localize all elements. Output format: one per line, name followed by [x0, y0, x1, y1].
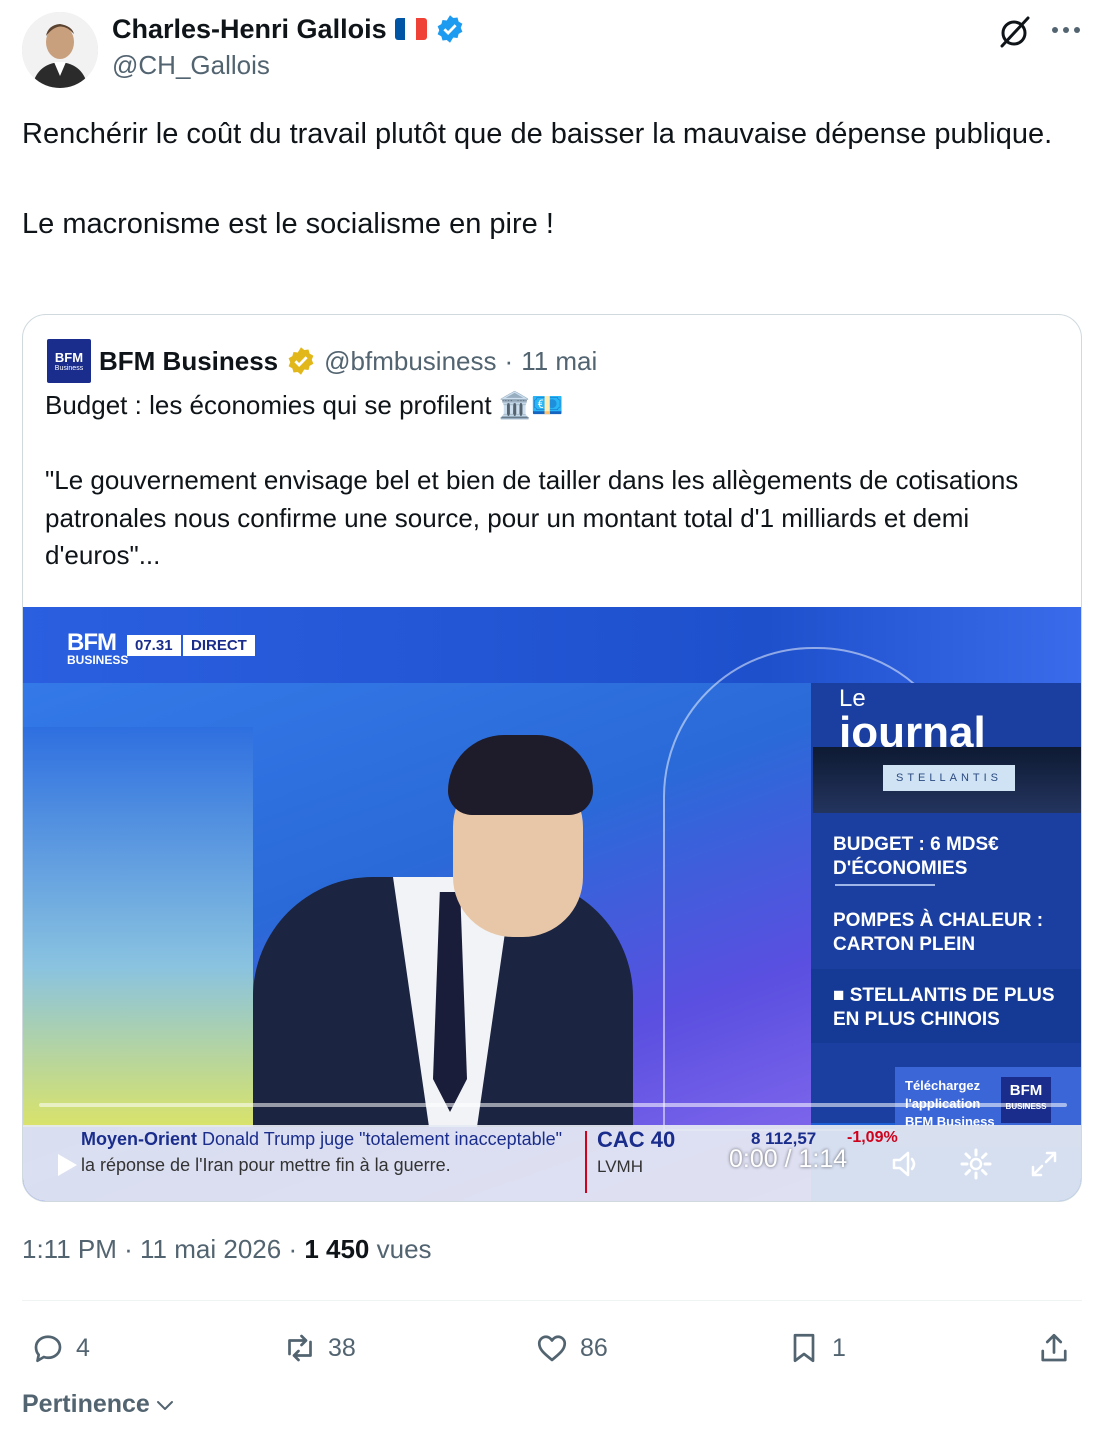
divider	[22, 1300, 1082, 1301]
video-progress-bar[interactable]	[39, 1103, 1067, 1107]
like-button[interactable]: 86	[534, 1326, 608, 1370]
bookmark-button[interactable]: 1	[786, 1326, 846, 1370]
quote-header: BFM Business BFM Business @bfmbusiness ·…	[47, 339, 597, 383]
repost-count: 38	[328, 1333, 356, 1362]
france-flag-icon	[394, 18, 427, 40]
verified-badge-icon	[437, 15, 462, 43]
journal-item-budget: BUDGET : 6 MDS€ D'ÉCONOMIES	[833, 834, 999, 879]
heart-icon	[537, 1335, 567, 1362]
market-index: CAC 40	[597, 1127, 676, 1152]
reply-icon	[34, 1335, 62, 1363]
reply-sort-dropdown[interactable]: Pertinence	[22, 1390, 176, 1419]
presenter-hair	[448, 735, 593, 815]
volume-icon[interactable]	[889, 1147, 923, 1181]
like-count: 86	[580, 1333, 608, 1362]
ticker-line-2: la réponse de l'Iran pour mettre fin à l…	[81, 1155, 451, 1175]
journal-item-pompes: POMPES À CHALEUR : CARTON PLEIN	[833, 910, 1044, 955]
video-player[interactable]: BFM BUSINESS 07.31 DIRECT Le journal STEL…	[23, 607, 1081, 1201]
share-button[interactable]	[1036, 1326, 1072, 1370]
ticker-line-1: Moyen-Orient Donald Trump juge "totaleme…	[81, 1129, 563, 1149]
stellantis-sign: STELLANTIS	[883, 765, 1015, 791]
market-stock: LVMH	[597, 1157, 643, 1176]
share-icon	[1041, 1333, 1067, 1362]
quote-avatar[interactable]: BFM Business	[47, 339, 91, 383]
author-name-row[interactable]: Charles-Henri Gallois	[112, 12, 465, 46]
quote-author-handle[interactable]: @bfmbusiness	[324, 346, 496, 377]
tweet-text: Renchérir le coût du travail plutôt que …	[22, 118, 1053, 240]
quote-text: Budget : les économies qui se profilent …	[45, 390, 1019, 570]
broadcast-clock: 07.31	[127, 635, 181, 656]
video-top-bar	[23, 607, 1081, 683]
chevron-down-icon	[156, 1400, 173, 1410]
video-timecode: 0:00 / 1:14	[729, 1145, 848, 1173]
quote-date[interactable]: 11 mai	[521, 346, 597, 377]
journal-separator	[835, 884, 935, 886]
tweet-time[interactable]: 1:11 PM	[22, 1234, 117, 1264]
repost-icon	[288, 1334, 312, 1362]
author-name[interactable]: Charles-Henri Gallois	[112, 14, 387, 45]
play-icon[interactable]	[53, 1152, 79, 1178]
journal-title: Le journal	[839, 685, 986, 757]
quoted-tweet[interactable]: BFM Business BFM Business @bfmbusiness ·…	[22, 314, 1082, 1202]
bookmark-icon	[793, 1333, 815, 1363]
bfm-channel-logo: BFM BUSINESS	[67, 629, 129, 668]
grok-icon[interactable]	[996, 14, 1032, 50]
author-handle[interactable]: @CH_Gallois	[112, 50, 270, 81]
settings-gear-icon[interactable]	[959, 1147, 993, 1181]
reply-count: 4	[76, 1333, 90, 1362]
ticker-divider	[585, 1131, 587, 1193]
dot-separator: ·	[504, 345, 514, 376]
studio-screen	[23, 727, 253, 1127]
app-promo-logo: BFM BUSINESS	[1001, 1077, 1051, 1123]
bookmark-count: 1	[832, 1333, 846, 1362]
tweet-date[interactable]: 11 mai 2026	[140, 1234, 281, 1264]
more-options-icon[interactable]	[1050, 24, 1082, 36]
views-label: vues	[376, 1234, 432, 1264]
author-avatar[interactable]	[22, 12, 98, 88]
reply-button[interactable]: 4	[30, 1326, 90, 1370]
fullscreen-icon[interactable]	[1027, 1147, 1061, 1181]
journal-item-stellantis: ■ STELLANTIS DE PLUS EN PLUS CHINOIS	[833, 985, 1055, 1030]
verified-gold-badge-icon	[288, 347, 314, 375]
live-label: DIRECT	[183, 635, 255, 656]
tweet-meta: 1:11 PM · 11 mai 2026 · 1 450 vues	[22, 1234, 432, 1264]
repost-button[interactable]: 38	[282, 1326, 356, 1370]
quote-author-name[interactable]: BFM Business	[99, 346, 278, 377]
market-change: -1,09%	[847, 1129, 898, 1146]
sort-label: Pertinence	[22, 1390, 150, 1418]
view-count: 1 450	[304, 1234, 370, 1264]
